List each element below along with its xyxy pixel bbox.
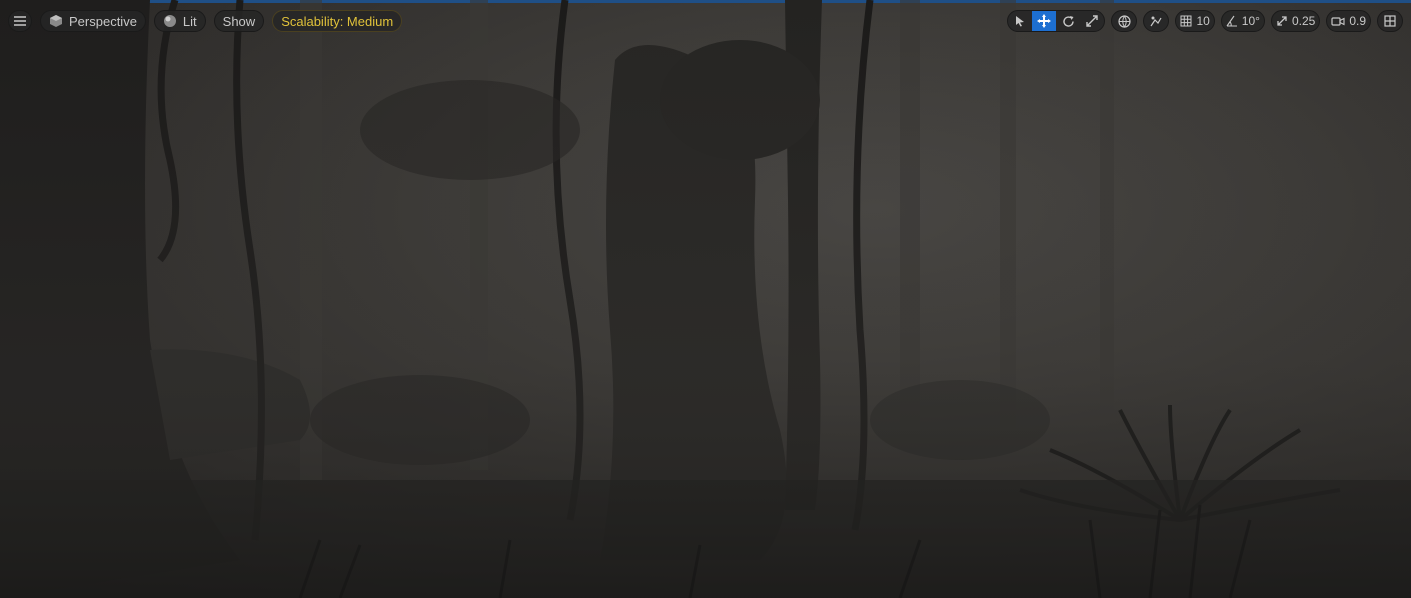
sphere-icon [163, 15, 176, 27]
viewport-toolbar-left: Perspective Lit Show Scalability: Medium [8, 9, 403, 33]
globe-icon [1118, 14, 1131, 28]
cube-icon [50, 15, 62, 27]
show-label: Show [222, 13, 256, 29]
grid-snap-button[interactable]: 10 [1176, 11, 1213, 31]
viewport-toolbar-right: 10 10° 0.25 0.9 [1007, 9, 1403, 33]
scale-snap-group: 0.25 [1270, 10, 1321, 32]
perspective-label: Perspective [69, 13, 137, 29]
rotate-mode-button[interactable] [1056, 11, 1080, 31]
rotation-snap-button[interactable]: 10° [1222, 11, 1264, 31]
camera-speed-group: 0.9 [1326, 10, 1371, 32]
surface-snap-button[interactable] [1144, 11, 1168, 31]
move-icon [1037, 14, 1052, 28]
hamburger-icon [14, 16, 26, 26]
view-mode-button[interactable]: Lit [153, 10, 206, 32]
level-viewport[interactable]: Perspective Lit Show Scalability: Medium [0, 0, 1411, 598]
forest-scene [0, 0, 1411, 598]
grid-snap-group: 10 [1175, 10, 1215, 32]
viewport-layout-button[interactable] [1378, 11, 1402, 31]
cursor-icon [1016, 16, 1025, 27]
scalability-button[interactable]: Scalability: Medium [272, 10, 403, 32]
world-space-button[interactable] [1112, 11, 1136, 31]
camera-speed-value: 0.9 [1349, 14, 1366, 28]
perspective-button[interactable]: Perspective [40, 10, 146, 32]
lit-label: Lit [182, 13, 197, 29]
surface-snap-group [1143, 10, 1170, 32]
camera-speed-button[interactable]: 0.9 [1327, 11, 1370, 31]
surface-snap-icon [1150, 16, 1162, 26]
layout-group [1377, 10, 1403, 32]
scale-snap-value: 0.25 [1291, 14, 1316, 28]
rotate-icon [1063, 15, 1074, 27]
viewport-layout-icon [1384, 15, 1396, 27]
grid-snap-value: 10 [1196, 14, 1210, 28]
coordinate-system-group [1111, 10, 1138, 32]
translate-mode-button[interactable] [1032, 11, 1057, 31]
scalability-label: Scalability: Medium [281, 13, 394, 29]
show-button[interactable]: Show [213, 10, 265, 32]
transform-tools [1007, 10, 1106, 32]
scale-icon [1086, 15, 1099, 27]
scale-mode-button[interactable] [1080, 11, 1104, 31]
angle-icon [1226, 15, 1237, 27]
grid-icon [1180, 15, 1192, 27]
viewport-menu-button[interactable] [8, 10, 32, 32]
camera-icon [1331, 16, 1345, 26]
rotation-snap-group: 10° [1220, 10, 1265, 32]
select-mode-button[interactable] [1008, 11, 1032, 31]
scale-snap-icon [1277, 16, 1287, 26]
scale-snap-button[interactable]: 0.25 [1272, 11, 1319, 31]
rotation-snap-value: 10° [1241, 14, 1260, 28]
